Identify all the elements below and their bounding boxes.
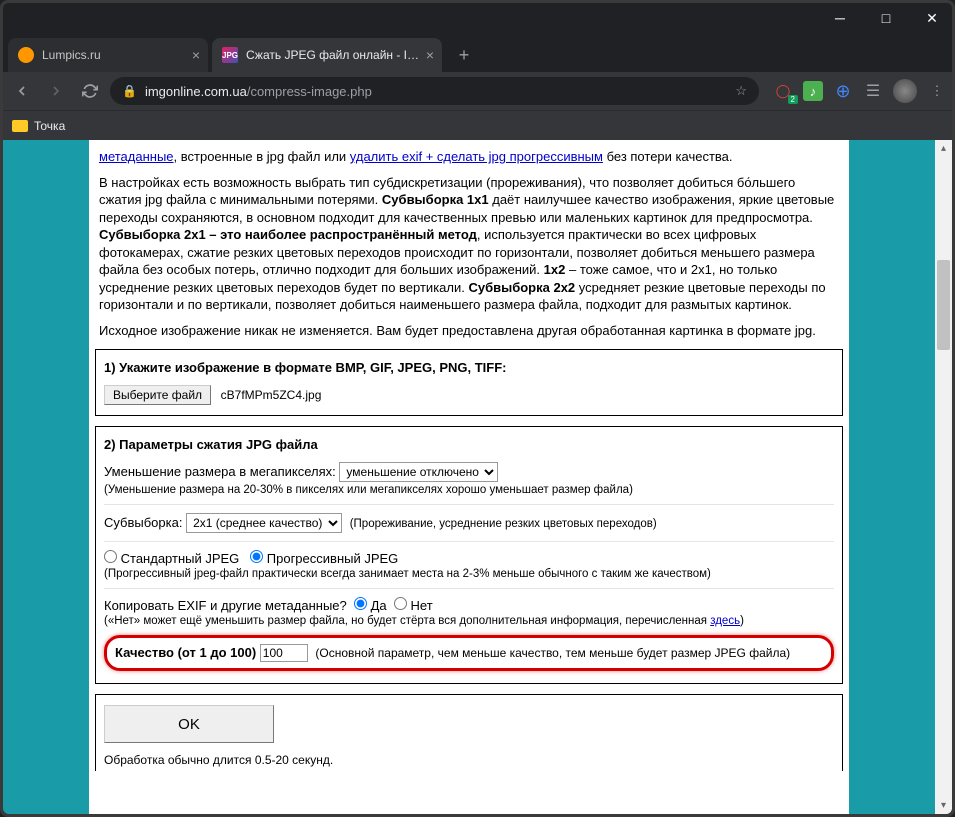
reading-list-icon[interactable]: ☰	[863, 81, 883, 101]
step2-box: 2) Параметры сжатия JPG файла Уменьшение…	[95, 426, 843, 684]
folder-icon	[12, 120, 28, 132]
maximize-button[interactable]: □	[863, 0, 909, 36]
row-quality-highlighted: Качество (от 1 до 100) (Основной парамет…	[104, 635, 834, 671]
radio-progressive-input[interactable]	[250, 550, 263, 563]
step3-box: OK Обработка обычно длится 0.5-20 секунд…	[95, 694, 843, 771]
separator	[104, 541, 834, 542]
step1-title: 1) Укажите изображение в формате BMP, GI…	[104, 360, 834, 375]
row-jpeg-type: Стандартный JPEG Прогрессивный JPEG (Про…	[104, 550, 834, 580]
tab-close-icon[interactable]: ×	[192, 47, 200, 63]
tab-close-icon[interactable]: ×	[426, 47, 434, 63]
scroll-up-arrow[interactable]: ▴	[935, 140, 952, 157]
megapixels-select[interactable]: уменьшение отключено	[339, 462, 498, 482]
url-path: /compress-image.php	[247, 84, 372, 99]
radio-exif-no-input[interactable]	[394, 597, 407, 610]
scroll-down-arrow[interactable]: ▾	[935, 797, 952, 814]
subsample-select[interactable]: 2x1 (среднее качество)	[186, 513, 342, 533]
tab-strip: Lumpics.ru × JPG Сжать JPEG файл онлайн …	[0, 36, 955, 72]
url-host: imgonline.com.ua	[145, 84, 247, 99]
reload-button[interactable]	[76, 77, 104, 105]
row-megapixels: Уменьшение размера в мегапикселях: умень…	[104, 462, 834, 496]
page-content: метаданные, встроенные в jpg файл или уд…	[89, 140, 849, 814]
choose-file-button[interactable]: Выберите файл	[104, 385, 211, 405]
tab-lumpics[interactable]: Lumpics.ru ×	[8, 38, 208, 72]
step1-box: 1) Укажите изображение в формате BMP, GI…	[95, 349, 843, 416]
processing-hint: Обработка обычно длится 0.5-20 секунд.	[104, 753, 834, 767]
link-metadata[interactable]: метаданные	[99, 149, 174, 164]
url-input[interactable]: 🔒 imgonline.com.ua/compress-image.php ☆	[110, 77, 759, 105]
menu-icon[interactable]: ⋮	[927, 81, 947, 101]
close-button[interactable]: ✕	[909, 0, 955, 36]
chosen-filename: cB7fMPm5ZC4.jpg	[221, 388, 322, 402]
row-subsample: Субвыборка: 2x1 (среднее качество) (Прор…	[104, 513, 834, 533]
link-delete-exif[interactable]: удалить exif + сделать jpg прогрессивным	[350, 149, 603, 164]
favicon-icon: JPG	[222, 47, 238, 63]
radio-standard[interactable]: Стандартный JPEG	[104, 551, 239, 566]
lock-icon: 🔒	[122, 84, 137, 98]
quality-input[interactable]	[260, 644, 308, 662]
radio-progressive[interactable]: Прогрессивный JPEG	[250, 551, 398, 566]
bookmarks-bar: Точка	[0, 110, 955, 140]
profile-avatar[interactable]	[893, 79, 917, 103]
scrollbar-track[interactable]: ▴ ▾	[935, 140, 952, 814]
radio-exif-no[interactable]: Нет	[394, 598, 433, 613]
tab-imgonline[interactable]: JPG Сжать JPEG файл онлайн - IMG ×	[212, 38, 442, 72]
scrollbar-thumb[interactable]	[937, 260, 950, 350]
back-button[interactable]	[8, 77, 36, 105]
megapixels-hint: (Уменьшение размера на 20-30% в пикселях…	[104, 484, 834, 496]
separator	[104, 588, 834, 589]
separator	[104, 504, 834, 505]
subsample-hint: (Прореживание, усреднение резких цветовы…	[350, 518, 657, 530]
link-here[interactable]: здесь	[710, 615, 740, 627]
tab-title: Lumpics.ru	[42, 48, 186, 62]
radio-standard-input[interactable]	[104, 550, 117, 563]
window-titlebar: ─ □ ✕	[0, 0, 955, 36]
minimize-button[interactable]: ─	[817, 0, 863, 36]
radio-exif-yes[interactable]: Да	[354, 598, 387, 613]
favicon-icon	[18, 47, 34, 63]
quality-hint: (Основной параметр, чем меньше качество,…	[315, 646, 790, 660]
extension-icon[interactable]: ⊕	[833, 81, 853, 101]
star-icon[interactable]: ☆	[735, 83, 747, 99]
step2-title: 2) Параметры сжатия JPG файла	[104, 437, 834, 452]
browser-viewport: метаданные, встроенные в jpg файл или уд…	[3, 140, 952, 814]
megapixels-label: Уменьшение размера в мегапикселях:	[104, 464, 336, 479]
exif-label: Копировать EXIF и другие метаданные?	[104, 598, 347, 613]
radio-exif-yes-input[interactable]	[354, 597, 367, 610]
bookmark-label: Точка	[34, 119, 65, 133]
intro-line-1: метаданные, встроенные в jpg файл или уд…	[99, 148, 839, 166]
quality-label: Качество (от 1 до 100)	[115, 645, 256, 660]
bookmark-folder[interactable]: Точка	[12, 119, 65, 133]
new-tab-button[interactable]: +	[450, 41, 478, 69]
intro-paragraph-2: В настройках есть возможность выбрать ти…	[99, 174, 839, 314]
exif-hint: («Нет» может ещё уменьшить размер файла,…	[104, 615, 834, 627]
address-bar: 🔒 imgonline.com.ua/compress-image.php ☆ …	[0, 72, 955, 110]
row-exif: Копировать EXIF и другие метаданные? Да …	[104, 597, 834, 627]
extension-icon[interactable]: ◯2	[773, 81, 793, 101]
tab-title: Сжать JPEG файл онлайн - IMG	[246, 48, 420, 62]
progressive-hint: (Прогрессивный jpeg-файл практически все…	[104, 568, 834, 580]
extension-icon[interactable]: ♪	[803, 81, 823, 101]
forward-button[interactable]	[42, 77, 70, 105]
ok-button[interactable]: OK	[104, 705, 274, 743]
subsample-label: Субвыборка:	[104, 515, 182, 530]
intro-paragraph-3: Исходное изображение никак не изменяется…	[99, 322, 839, 340]
